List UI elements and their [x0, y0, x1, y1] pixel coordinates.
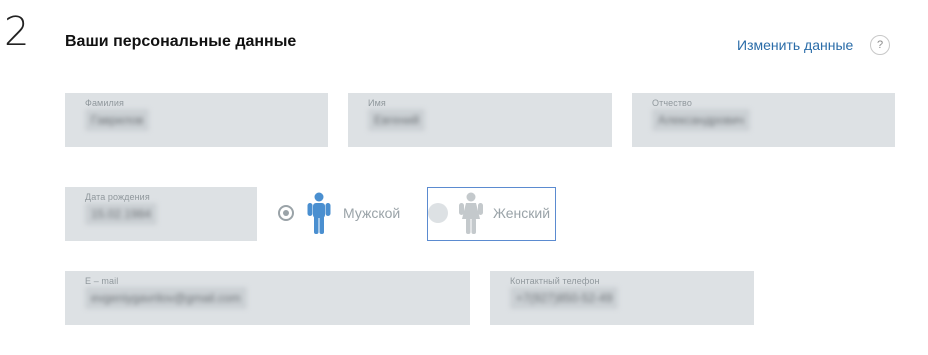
female-radio[interactable] — [428, 203, 448, 223]
email-value: evgeniygavrilov@gmail.com — [85, 287, 247, 309]
female-person-icon — [459, 192, 483, 234]
male-radio[interactable] — [278, 205, 294, 221]
phone-field[interactable]: Контактный телефон +7(927)850-52-49 — [490, 271, 754, 325]
male-radio-dot — [283, 210, 289, 216]
step-number: 2 — [4, 9, 30, 55]
birth-date-field[interactable]: Дата рождения 15.02.1984 — [65, 187, 257, 241]
last-name-field[interactable]: Фамилия Гаврилов — [65, 93, 328, 147]
first-name-value: Евгений — [368, 109, 426, 131]
female-label[interactable]: Женский — [493, 205, 550, 221]
patronymic-field[interactable]: Отчество Александрович — [632, 93, 895, 147]
male-label[interactable]: Мужской — [343, 205, 400, 221]
edit-data-link[interactable]: Изменить данные — [737, 37, 853, 53]
help-icon[interactable]: ? — [870, 35, 890, 55]
male-person-icon — [307, 192, 331, 234]
phone-label: Контактный телефон — [510, 276, 600, 286]
email-field[interactable]: E – mail evgeniygavrilov@gmail.com — [65, 271, 470, 325]
email-label: E – mail — [85, 276, 119, 286]
patronymic-value: Александрович — [652, 109, 751, 131]
first-name-label: Имя — [368, 98, 386, 108]
last-name-label: Фамилия — [85, 98, 124, 108]
last-name-value: Гаврилов — [85, 109, 150, 131]
section-title: Ваши персональные данные — [65, 33, 297, 50]
birth-date-value: 15.02.1984 — [85, 203, 158, 225]
birth-date-label: Дата рождения — [85, 192, 150, 202]
patronymic-label: Отчество — [652, 98, 692, 108]
phone-value: +7(927)850-52-49 — [510, 287, 619, 309]
first-name-field[interactable]: Имя Евгений — [348, 93, 612, 147]
